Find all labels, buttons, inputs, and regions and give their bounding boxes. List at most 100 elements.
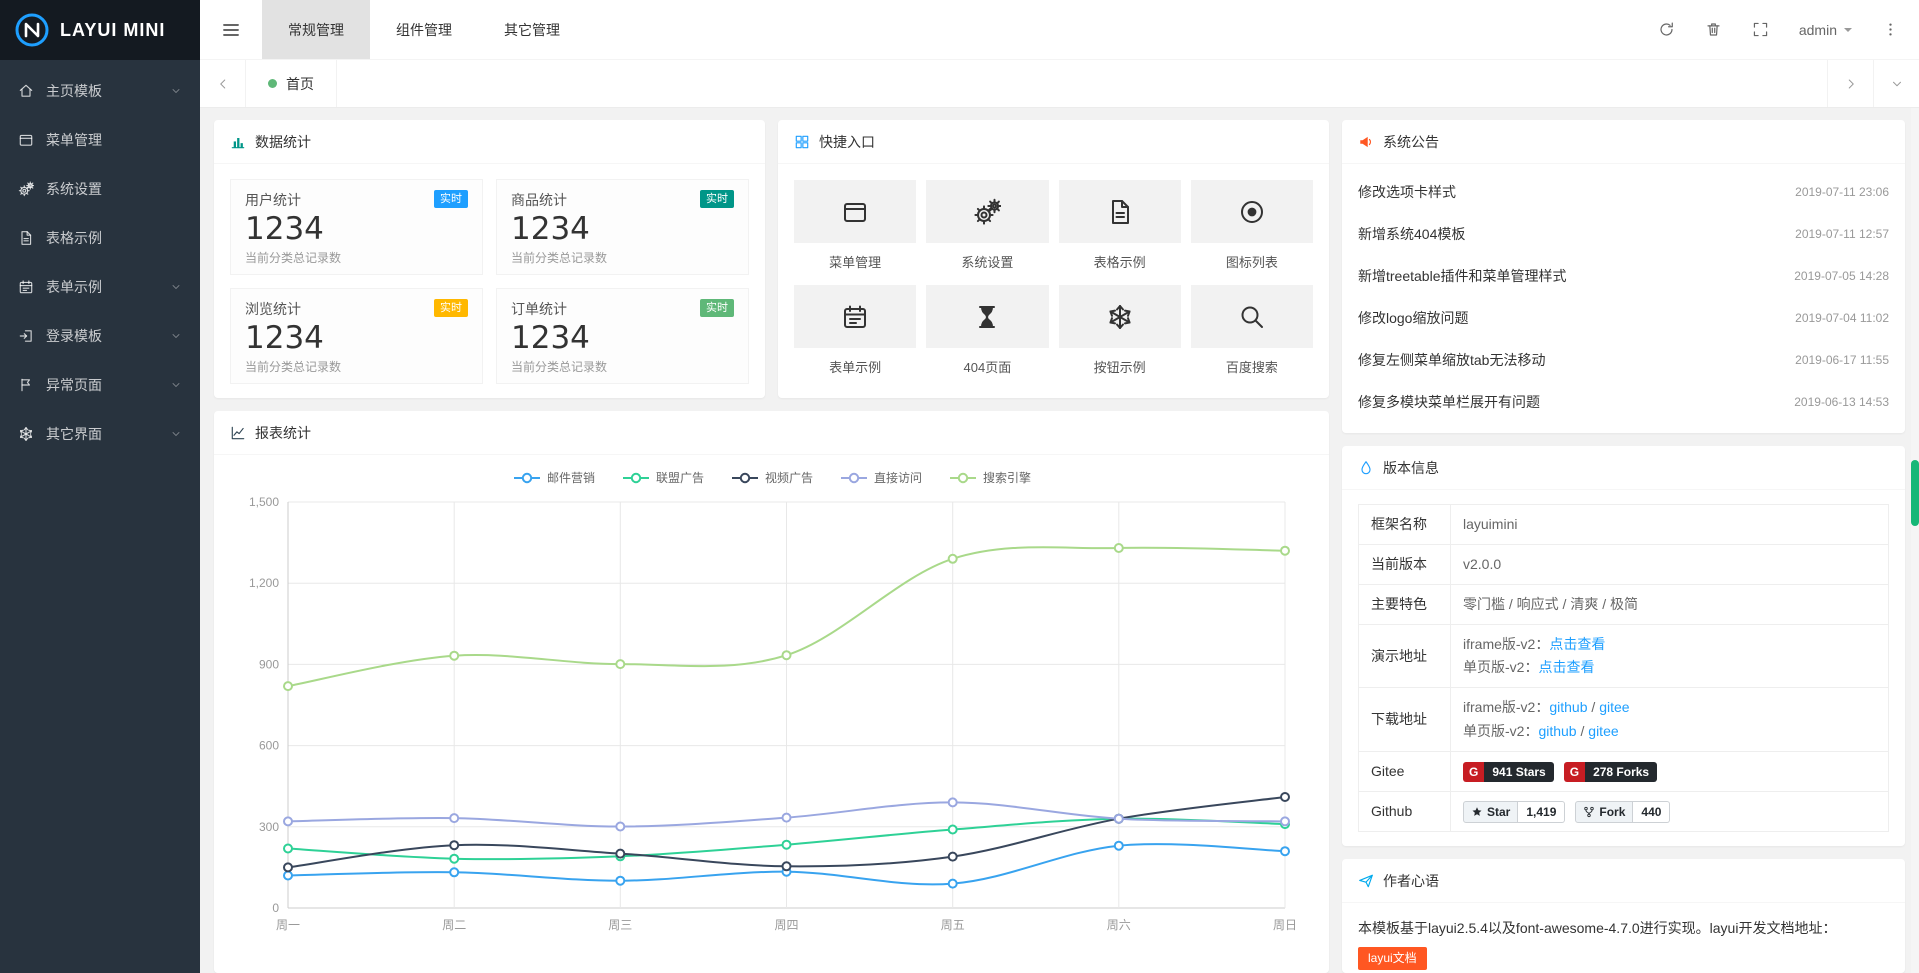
tab-bar-spacer	[337, 60, 1827, 107]
quick-entry-item[interactable]: 按钮示例	[1059, 285, 1181, 376]
link-github[interactable]: github	[1549, 699, 1587, 715]
fullscreen-icon[interactable]	[1752, 21, 1769, 38]
version-row: 框架名称layuimini	[1359, 505, 1889, 545]
quick-entry-item[interactable]: 表单示例	[794, 285, 916, 376]
announcement-text: 修改选项卡样式	[1358, 182, 1456, 202]
version-row: 主要特色零门槛 / 响应式 / 清爽 / 极简	[1359, 585, 1889, 625]
sidebar-toggle-button[interactable]	[200, 0, 262, 59]
gitee-badge[interactable]: G278 Forks	[1564, 762, 1657, 782]
stat-label: 浏览统计	[245, 299, 301, 319]
link-点击查看[interactable]: 点击查看	[1538, 659, 1594, 675]
legend-item[interactable]: 联盟广告	[621, 469, 704, 486]
gitee-badge[interactable]: G941 Stars	[1463, 762, 1554, 782]
legend-item[interactable]: 邮件营销	[512, 469, 595, 486]
quick-entry-item[interactable]: 表格示例	[1059, 180, 1181, 271]
nav-tab-1[interactable]: 常规管理	[262, 0, 370, 59]
tab-active-dot	[268, 79, 277, 88]
quick-entry-label: 系统设置	[926, 252, 1048, 271]
star-icon	[1471, 806, 1483, 818]
announcement-item[interactable]: 修改logo缩放问题2019-07-04 11:02	[1358, 297, 1889, 339]
link-gitee[interactable]: gitee	[1599, 699, 1629, 715]
megaphone-icon	[1358, 134, 1374, 150]
sidebar-item-2[interactable]: 菜单管理	[0, 115, 200, 164]
announcement-item[interactable]: 新增系统404模板2019-07-11 12:57	[1358, 213, 1889, 255]
quick-entry-item[interactable]: 404页面	[926, 285, 1048, 376]
sidebar-item-8[interactable]: 其它界面	[0, 409, 200, 458]
link-点击查看[interactable]: 点击查看	[1549, 636, 1605, 652]
stat-value: 1234	[511, 211, 734, 247]
refresh-icon[interactable]	[1658, 21, 1675, 38]
version-row-label: 下载地址	[1359, 688, 1451, 751]
stat-box: 商品统计实时1234当前分类总记录数	[496, 179, 749, 275]
svg-text:1,200: 1,200	[249, 576, 279, 590]
legend-item[interactable]: 视频广告	[730, 469, 813, 486]
version-row-value: G941 Stars G278 Forks	[1451, 751, 1889, 791]
quick-entry-label: 404页面	[926, 357, 1048, 376]
sidebar-item-label: 系统设置	[46, 179, 182, 199]
stat-box: 用户统计实时1234当前分类总记录数	[230, 179, 483, 275]
app-logo[interactable]: LAYUI MINI	[0, 0, 200, 60]
svg-text:周五: 周五	[941, 918, 965, 932]
sidebar-item-label: 异常页面	[46, 375, 158, 395]
svg-text:周二: 周二	[442, 918, 466, 932]
legend-item[interactable]: 搜索引擎	[948, 469, 1031, 486]
scrollbar-thumb[interactable]	[1911, 460, 1919, 526]
svg-text:900: 900	[259, 657, 279, 671]
announcement-text: 修复多模块菜单栏展开有问题	[1358, 392, 1540, 412]
user-menu[interactable]: admin	[1799, 22, 1852, 38]
window-icon	[841, 198, 869, 226]
snowflake-icon	[1106, 303, 1134, 331]
nav-tab-2[interactable]: 组件管理	[370, 0, 478, 59]
svg-text:300: 300	[259, 820, 279, 834]
quick-entry-item[interactable]: 百度搜索	[1191, 285, 1313, 376]
announcement-item[interactable]: 修改选项卡样式2019-07-11 23:06	[1358, 171, 1889, 213]
clear-cache-icon[interactable]	[1705, 21, 1722, 38]
stats-grid: 用户统计实时1234当前分类总记录数商品统计实时1234当前分类总记录数浏览统计…	[214, 164, 765, 398]
sidebar-item-5[interactable]: 表单示例	[0, 262, 200, 311]
announcement-date: 2019-06-13 14:53	[1794, 395, 1889, 409]
stat-value: 1234	[245, 211, 468, 247]
stat-desc: 当前分类总记录数	[245, 249, 468, 266]
github-star-badge[interactable]: Star1,419	[1463, 801, 1565, 823]
tab-scroll-right-button[interactable]	[1827, 60, 1873, 107]
page-scrollbar[interactable]	[1911, 108, 1919, 973]
svg-text:周六: 周六	[1107, 918, 1131, 932]
link-github[interactable]: github	[1538, 723, 1576, 739]
tab-scroll-left-button[interactable]	[200, 60, 246, 107]
tab-home[interactable]: 首页	[246, 60, 337, 107]
sidebar-item-3[interactable]: 系统设置	[0, 164, 200, 213]
layui-doc-badge[interactable]: layui文档	[1358, 947, 1427, 970]
announcement-item[interactable]: 修复左侧菜单缩放tab无法移动2019-06-17 11:55	[1358, 339, 1889, 381]
svg-text:周一: 周一	[276, 918, 300, 932]
quick-entry-item[interactable]: 图标列表	[1191, 180, 1313, 271]
announcement-item[interactable]: 修复多模块菜单栏展开有问题 2019-06-13 14:53	[1358, 381, 1889, 423]
gitee-logo: G	[1463, 762, 1484, 782]
quick-entry-item[interactable]: 菜单管理	[794, 180, 916, 271]
tab-menu-button[interactable]	[1873, 60, 1919, 107]
legend-item[interactable]: 直接访问	[839, 469, 922, 486]
version-row-label: Github	[1359, 791, 1451, 831]
sidebar-item-4[interactable]: 表格示例	[0, 213, 200, 262]
link-gitee[interactable]: gitee	[1588, 723, 1618, 739]
sidebar-item-1[interactable]: 主页模板	[0, 66, 200, 115]
quick-entry-item[interactable]: 系统设置	[926, 180, 1048, 271]
search-icon	[1238, 303, 1266, 331]
sidebar-item-label: 菜单管理	[46, 130, 182, 150]
realtime-badge: 实时	[434, 190, 468, 208]
sidebar-item-6[interactable]: 登录模板	[0, 311, 200, 360]
github-fork-badge[interactable]: Fork440	[1575, 801, 1670, 823]
file-icon	[1106, 198, 1134, 226]
more-icon[interactable]	[1882, 21, 1899, 38]
sidebar-item-7[interactable]: 异常页面	[0, 360, 200, 409]
header: 常规管理组件管理其它管理 admin	[200, 0, 1919, 60]
announcement-item[interactable]: 新增treetable插件和菜单管理样式2019-07-05 14:28	[1358, 255, 1889, 297]
announcement-text: 新增系统404模板	[1358, 224, 1465, 244]
main-content: 数据统计 用户统计实时1234当前分类总记录数商品统计实时1234当前分类总记录…	[200, 108, 1919, 973]
stat-label: 订单统计	[511, 299, 567, 319]
version-row-label: Gitee	[1359, 751, 1451, 791]
sidebar-item-label: 表格示例	[46, 228, 182, 248]
stat-desc: 当前分类总记录数	[245, 358, 468, 375]
nav-tab-3[interactable]: 其它管理	[478, 0, 586, 59]
announcement-date: 2019-06-17 11:55	[1795, 353, 1889, 367]
login-icon	[18, 328, 34, 344]
